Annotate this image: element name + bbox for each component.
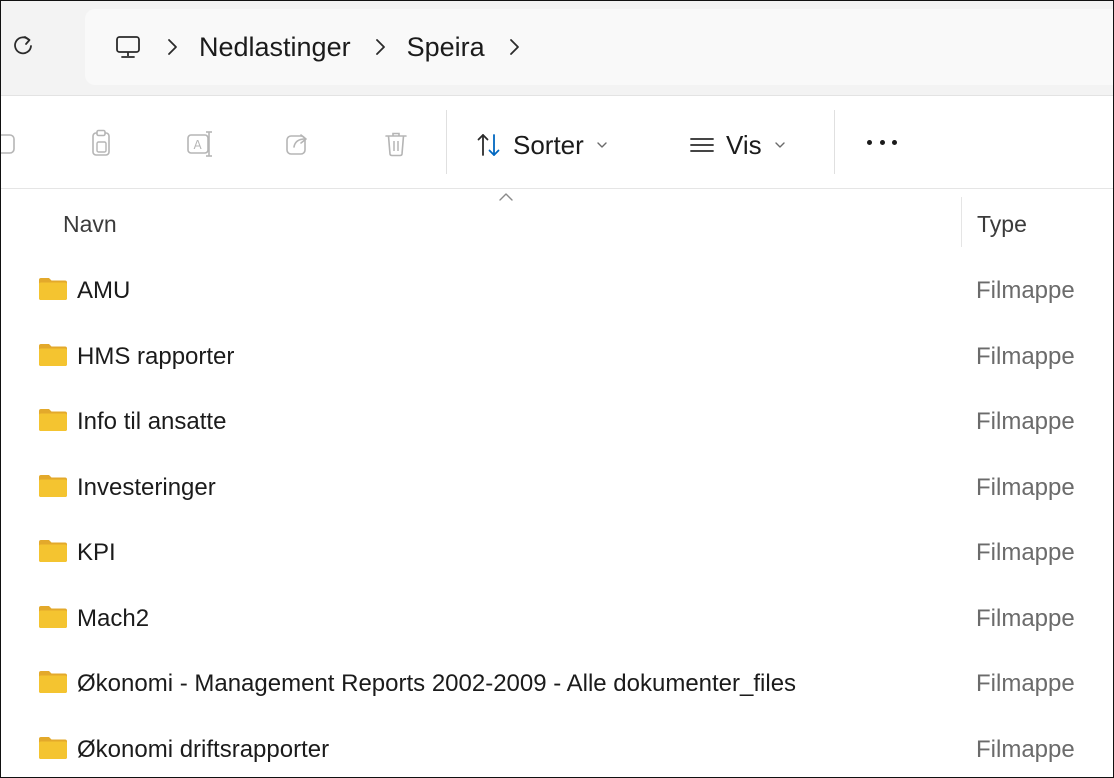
- file-type: Filmappe: [976, 408, 1075, 435]
- share-icon[interactable]: [280, 126, 316, 162]
- chevron-down-icon: [774, 141, 786, 149]
- folder-icon: [39, 409, 67, 431]
- address-bar-row: Nedlastinger Speira: [1, 1, 1113, 96]
- more-dot: [879, 139, 885, 145]
- file-list: AMU Filmappe HMS rapporter Filmappe Info til…: [1, 259, 1113, 778]
- refresh-icon[interactable]: [9, 29, 37, 61]
- folder-icon: [39, 605, 67, 628]
- toolbar-divider: [834, 110, 835, 174]
- more-dot: [867, 139, 872, 145]
- folder-icon: [39, 736, 67, 759]
- file-row[interactable]: Info til ansatte Filmappe: [1, 390, 1113, 456]
- delete-icon[interactable]: [378, 126, 414, 162]
- file-explorer-window: Nedlastinger Speira A Sorter Vis Navn Ty…: [0, 0, 1114, 778]
- column-type-header[interactable]: Type: [977, 211, 1027, 238]
- this-pc-icon[interactable]: [113, 32, 143, 62]
- file-row[interactable]: Økonomi - Management Reports 2002-2009 -…: [1, 652, 1113, 718]
- sort-ascending-icon: [499, 193, 513, 201]
- file-name: AMU: [77, 277, 131, 304]
- file-row[interactable]: Økonomi driftsrapporter Filmappe: [1, 718, 1113, 778]
- copy-icon[interactable]: [83, 126, 119, 162]
- sort-icon: [477, 134, 500, 156]
- file-type: Filmappe: [976, 277, 1075, 304]
- folder-icon: [39, 343, 67, 366]
- sort-button[interactable]: Sorter: [475, 128, 608, 162]
- file-type: Filmappe: [976, 473, 1075, 501]
- file-type: Filmappe: [976, 670, 1075, 697]
- view-button[interactable]: Vis: [688, 128, 786, 162]
- file-type: Filmappe: [976, 539, 1075, 566]
- file-row[interactable]: HMS rapporter Filmappe: [1, 325, 1113, 391]
- folder-icon: [39, 474, 67, 497]
- chevron-down-icon: [596, 141, 608, 149]
- folder-icon: [39, 540, 67, 562]
- more-dot: [892, 139, 897, 145]
- file-type: Filmappe: [976, 604, 1075, 632]
- toolbar-divider: [446, 110, 447, 174]
- cut-icon[interactable]: [1, 126, 25, 162]
- chevron-right-icon[interactable]: [161, 36, 183, 58]
- file-name: Mach2: [77, 604, 150, 632]
- chevron-right-icon[interactable]: [369, 36, 391, 58]
- column-divider[interactable]: [961, 197, 962, 247]
- file-name: HMS rapporter: [77, 342, 235, 370]
- address-box[interactable]: Nedlastinger Speira: [85, 9, 1113, 85]
- file-name: Økonomi - Management Reports 2002-2009 -…: [77, 670, 797, 697]
- file-type: Filmappe: [976, 342, 1075, 370]
- column-name-header[interactable]: Navn: [63, 211, 117, 238]
- chevron-right-icon[interactable]: [503, 36, 525, 58]
- svg-text:A: A: [194, 138, 203, 152]
- folder-icon: [39, 671, 67, 693]
- file-row[interactable]: KPI Filmappe: [1, 521, 1113, 587]
- file-name: Investeringer: [77, 473, 216, 501]
- view-lines-icon: [690, 138, 714, 152]
- file-type: Filmappe: [976, 735, 1075, 763]
- file-name: Økonomi driftsrapporter: [77, 735, 330, 763]
- view-label: Vis: [726, 129, 762, 160]
- file-row[interactable]: Investeringer Filmappe: [1, 456, 1113, 522]
- command-bar: A Sorter Vis: [1, 96, 1113, 189]
- file-name: Info til ansatte: [77, 408, 227, 435]
- file-row[interactable]: Mach2 Filmappe: [1, 587, 1113, 653]
- rename-icon[interactable]: A: [183, 126, 219, 162]
- more-icon[interactable]: [867, 132, 897, 152]
- breadcrumb-item[interactable]: Speira: [407, 32, 485, 63]
- folder-icon: [39, 278, 67, 300]
- file-row[interactable]: AMU Filmappe: [1, 259, 1113, 325]
- column-header: Navn Type: [1, 189, 1113, 249]
- breadcrumb-item[interactable]: Nedlastinger: [199, 32, 351, 63]
- file-name: KPI: [77, 539, 116, 566]
- sort-label: Sorter: [513, 129, 584, 160]
